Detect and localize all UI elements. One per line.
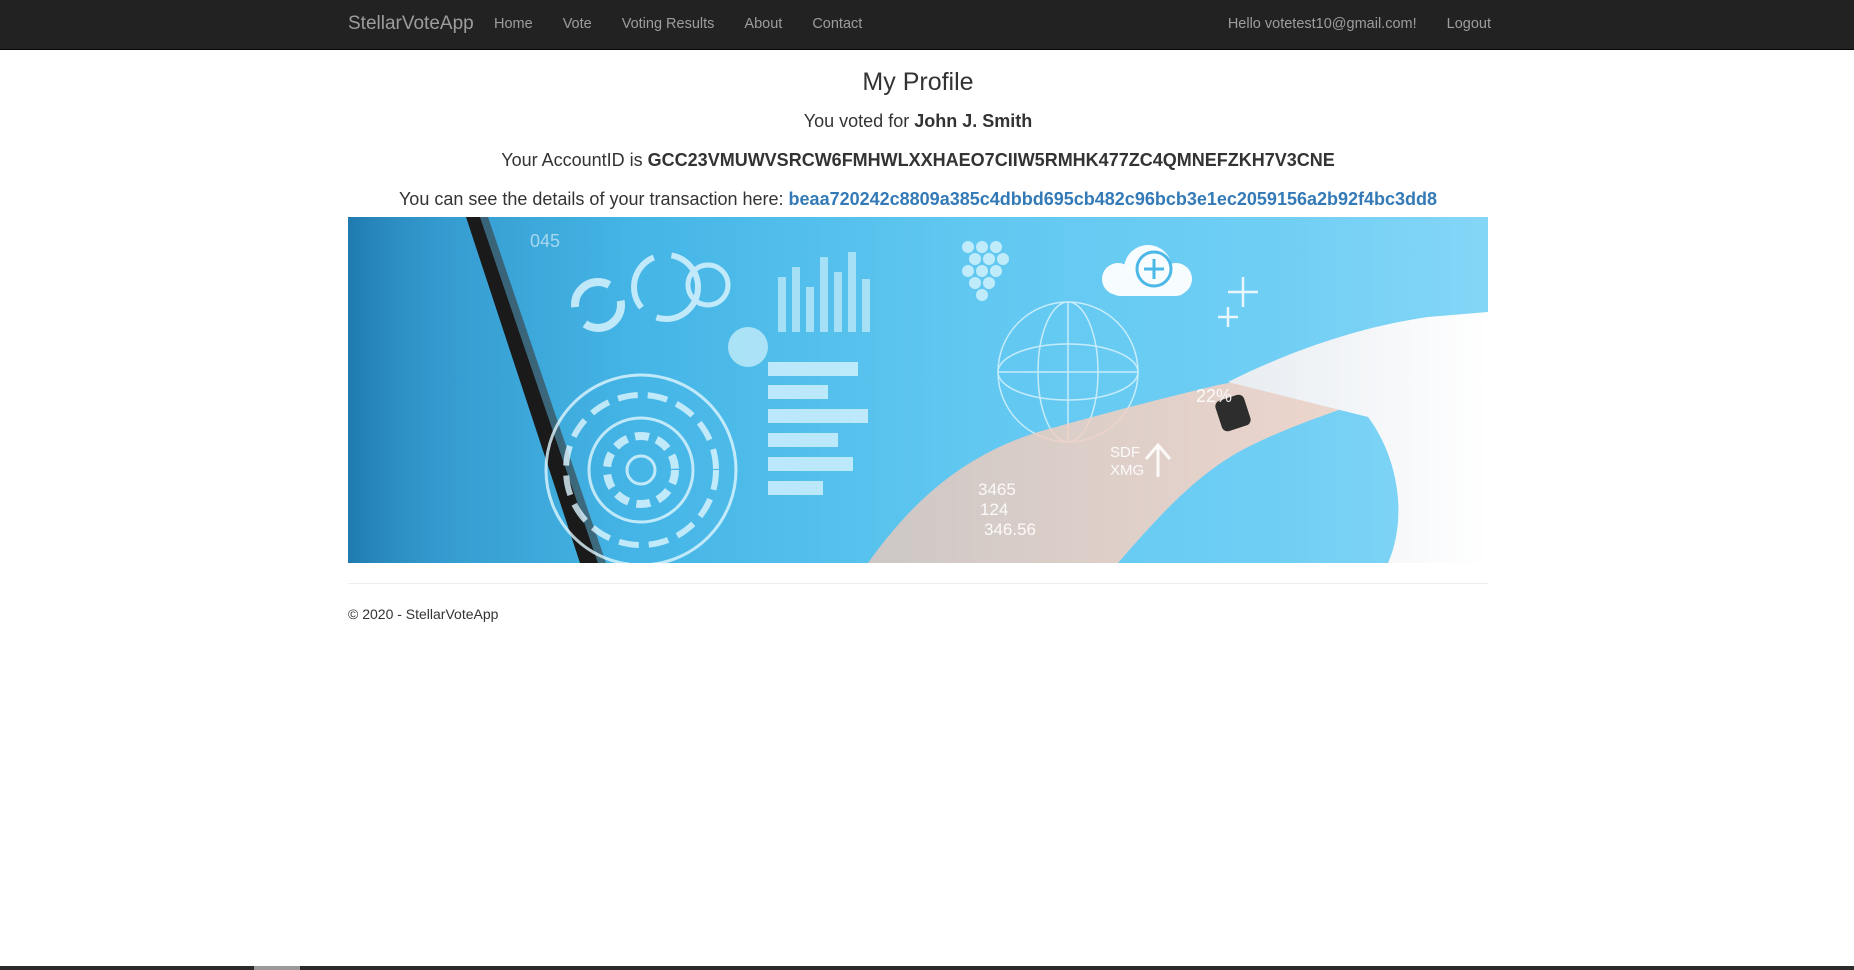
account-id-line: Your AccountID is GCC23VMUWVSRCW6FMHWLXX… xyxy=(348,149,1488,171)
nav-about-link[interactable]: About xyxy=(729,0,797,48)
banner-text-22: 22% xyxy=(1196,386,1232,406)
footer-divider xyxy=(348,583,1488,584)
bottom-scrollbar-strip xyxy=(0,966,1854,970)
main-nav: Home Vote Voting Results About Contact xyxy=(479,0,877,48)
account-id-value: GCC23VMUWVSRCW6FMHWLXXHAEO7CIIW5RMHK477Z… xyxy=(647,150,1335,170)
nav-vote-link[interactable]: Vote xyxy=(548,0,607,48)
banner-text-xmg: XMG xyxy=(1110,462,1144,479)
nav-voting-results-link[interactable]: Voting Results xyxy=(607,0,730,48)
nav-contact-link[interactable]: Contact xyxy=(797,0,877,48)
brand-link[interactable]: StellarVoteApp xyxy=(348,0,474,48)
banner-text-34656: 346.56 xyxy=(984,520,1036,539)
user-greeting-link[interactable]: Hello votetest10@gmail.com! xyxy=(1213,0,1432,48)
voted-for-line: You voted for John J. Smith xyxy=(348,110,1488,132)
banner-text-sdf: SDF xyxy=(1110,444,1140,461)
account-id-prefix: Your AccountID is xyxy=(501,150,648,170)
voted-for-prefix: You voted for xyxy=(803,111,915,131)
nav-home-link[interactable]: Home xyxy=(479,0,548,48)
scrollbar-thumb[interactable] xyxy=(254,966,300,970)
main-content: My Profile You voted for John J. Smith Y… xyxy=(348,50,1488,622)
voted-candidate: John J. Smith xyxy=(914,111,1033,131)
transaction-line: You can see the details of your transact… xyxy=(348,188,1488,210)
transaction-prefix: You can see the details of your transact… xyxy=(398,189,789,209)
footer-copyright: © 2020 - StellarVoteApp xyxy=(348,606,499,622)
banner-image: 22% SDF XMG 3465 124 346.56 045 xyxy=(348,217,1488,563)
account-nav: Hello votetest10@gmail.com! Logout xyxy=(1213,0,1506,48)
top-navbar: StellarVoteApp Home Vote Voting Results … xyxy=(0,0,1854,50)
banner-text-045: 045 xyxy=(530,231,560,251)
transaction-hash-link[interactable]: beaa720242c8809a385c4dbbd695cb482c96bcb3… xyxy=(789,189,1437,209)
banner-text-3465: 3465 xyxy=(978,480,1016,499)
page-title: My Profile xyxy=(862,68,974,96)
navbar-container: StellarVoteApp Home Vote Voting Results … xyxy=(348,0,1506,50)
logout-link[interactable]: Logout xyxy=(1432,0,1506,48)
banner-text-124: 124 xyxy=(980,500,1008,519)
